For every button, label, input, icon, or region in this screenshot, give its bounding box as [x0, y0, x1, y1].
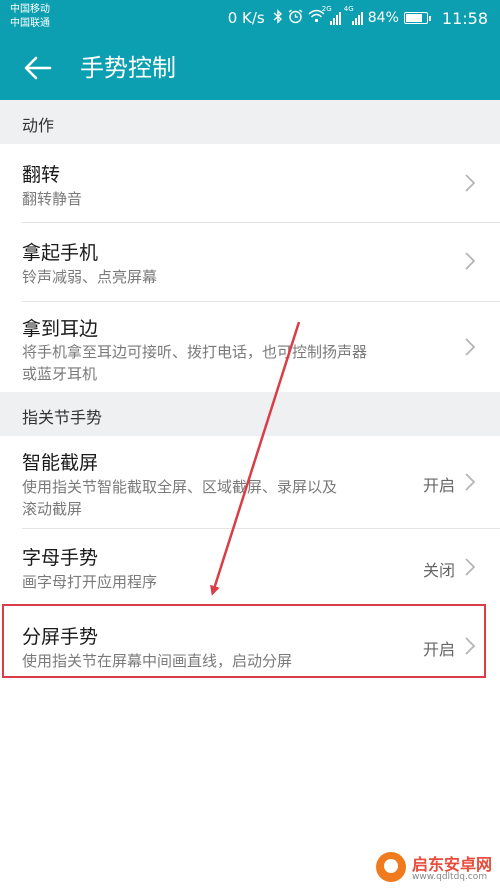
section-header-label: 动作	[22, 116, 55, 135]
section-header-label: 指关节手势	[22, 408, 103, 427]
clock: 11:58	[441, 8, 488, 28]
list-item-raise-to-ear[interactable]: 拿到耳边 将手机拿至耳边可接听、拨打电话，也可控制扬声器 或蓝牙耳机	[0, 302, 500, 392]
item-title: 拿到耳边	[22, 318, 99, 340]
alarm-icon	[288, 8, 303, 28]
chevron-right-icon	[464, 173, 476, 193]
item-subtitle: 翻转静音	[22, 190, 83, 208]
item-subtitle-line2: 或蓝牙耳机	[22, 365, 98, 383]
list-item-pickup[interactable]: 拿起手机 铃声减弱、点亮屏幕	[0, 223, 500, 301]
header-bar: 手势控制	[0, 36, 500, 100]
chevron-right-icon	[464, 337, 476, 357]
battery-icon	[403, 12, 431, 24]
back-arrow-icon[interactable]	[22, 52, 54, 84]
item-title: 字母手势	[22, 547, 99, 569]
item-subtitle: 铃声减弱、点亮屏幕	[22, 268, 158, 286]
network-2g-label: 2G	[321, 5, 332, 13]
item-subtitle-line1: 将手机拿至耳边可接听、拨打电话，也可控制扬声器	[22, 343, 368, 361]
battery-percent: 84%	[367, 10, 399, 26]
list-item-letter-gesture[interactable]: 字母手势 画字母打开应用程序 关闭	[0, 529, 500, 605]
chevron-right-icon	[464, 251, 476, 271]
item-title: 翻转	[22, 164, 61, 186]
item-subtitle-line1: 使用指关节智能截取全屏、区域截屏、录屏以及	[22, 478, 338, 496]
item-title: 智能截屏	[22, 452, 99, 474]
carrier-2: 中国联通	[10, 18, 50, 29]
bluetooth-icon	[273, 8, 283, 28]
carrier-1: 中国移动	[10, 4, 50, 15]
signal-icon: 2G	[322, 5, 341, 25]
item-title: 拿起手机	[22, 242, 99, 264]
battery-fill	[405, 14, 422, 22]
watermark-logo-icon	[376, 852, 406, 882]
network-4g-label: 4G	[343, 5, 354, 13]
page-title: 手势控制	[80, 54, 176, 82]
list-item-smart-screenshot[interactable]: 智能截屏 使用指关节智能截取全屏、区域截屏、录屏以及 滚动截屏 开启	[0, 436, 500, 528]
status-bar: 中国移动 中国联通 0 K/s 2G 4G 84% 11:58	[0, 0, 500, 36]
section-header-actions: 动作	[0, 100, 500, 144]
item-subtitle: 画字母打开应用程序	[22, 573, 158, 591]
item-subtitle-line2: 滚动截屏	[22, 500, 83, 518]
chevron-right-icon	[464, 472, 476, 492]
item-value: 开启	[422, 476, 455, 495]
item-value: 关闭	[422, 561, 455, 580]
watermark-url: www.qdltdq.com	[412, 872, 488, 882]
highlight-box	[2, 604, 486, 678]
network-speed: 0 K/s	[227, 9, 265, 27]
list-item-flip[interactable]: 翻转 翻转静音	[0, 144, 500, 222]
carrier-info: 中国移动 中国联通	[10, 3, 50, 31]
chevron-right-icon	[464, 557, 476, 577]
signal-icon: 4G	[344, 5, 363, 25]
section-header-knuckle-gestures: 指关节手势	[0, 392, 500, 436]
status-icons: 0 K/s 2G 4G 84% 11:58	[227, 5, 488, 29]
